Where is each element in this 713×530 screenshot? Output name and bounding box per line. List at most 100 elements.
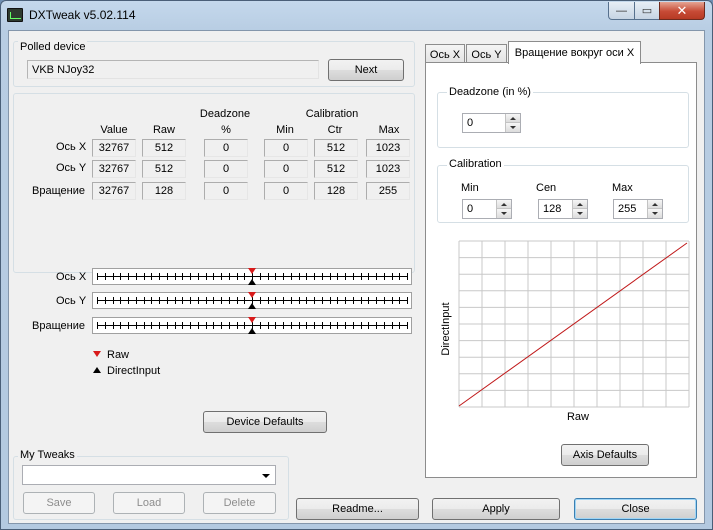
slider-tick xyxy=(236,273,238,280)
table-cell-value: 32767 xyxy=(92,182,136,200)
slider-tick xyxy=(236,297,238,304)
load-button[interactable]: Load xyxy=(113,492,185,514)
arrow-up-icon xyxy=(510,116,516,120)
slider-tick xyxy=(104,273,106,280)
cal-max-spinner-buttons xyxy=(647,200,662,218)
maximize-button[interactable]: ▭ xyxy=(634,2,660,20)
slider-tick xyxy=(329,297,331,304)
slider-tick xyxy=(97,322,98,329)
cal-min-spinner[interactable]: 0 xyxy=(462,199,512,219)
table-cell-deadzone: 0 xyxy=(204,160,248,178)
slider-tick xyxy=(97,297,98,304)
raw-header: Raw xyxy=(152,124,175,136)
title-bar[interactable]: DXTweak v5.02.114 — ▭ ✕ xyxy=(1,1,712,29)
save-button[interactable]: Save xyxy=(23,492,95,514)
close-window-button[interactable]: ✕ xyxy=(659,2,705,20)
slider-tick xyxy=(221,297,222,304)
slider-tick xyxy=(306,297,308,304)
readme-button[interactable]: Readme... xyxy=(296,498,419,520)
spin-up-button[interactable] xyxy=(506,114,520,123)
slider-tick xyxy=(143,297,145,304)
slider-tick xyxy=(391,297,393,304)
slider-tick xyxy=(345,322,346,329)
slider-tick xyxy=(368,297,370,304)
slider-tick xyxy=(407,322,408,329)
cal-max-spinner[interactable]: 255 xyxy=(613,199,663,219)
slider-tick xyxy=(104,297,106,304)
polled-device-field: VKB NJoy32 xyxy=(27,60,319,79)
slider-tick xyxy=(112,297,114,304)
axis-defaults-button[interactable]: Axis Defaults xyxy=(561,444,649,466)
slider-tick xyxy=(182,273,184,280)
slider-tick xyxy=(120,297,122,304)
deadzone-spinner[interactable]: 0 xyxy=(462,113,521,133)
arrow-up-icon xyxy=(652,202,658,206)
slider-tick xyxy=(159,322,160,329)
slider-tick xyxy=(283,322,284,329)
slider-tick xyxy=(143,273,145,280)
slider-tick xyxy=(135,297,137,304)
close-button[interactable]: Close xyxy=(574,498,697,520)
slider-tick xyxy=(259,297,261,304)
window-title: DXTweak v5.02.114 xyxy=(29,8,136,22)
slider-tick xyxy=(112,273,114,280)
slider-tick xyxy=(329,322,331,329)
slider-tick xyxy=(337,297,339,304)
axis-calibration-label: Calibration xyxy=(447,158,504,170)
slider-tick xyxy=(120,273,122,280)
deadzone-pct-header: % xyxy=(221,124,231,136)
spin-up-button[interactable] xyxy=(573,200,587,209)
slider-tick xyxy=(275,297,277,304)
spin-down-button[interactable] xyxy=(497,209,511,218)
slider-tick xyxy=(368,322,370,329)
directinput-marker xyxy=(248,279,256,285)
slider-tick xyxy=(376,297,377,304)
tab-rotation-x[interactable]: Вращение вокруг оси X xyxy=(508,41,641,64)
tab-axis-x[interactable]: Ось X xyxy=(425,44,465,64)
slider-tick xyxy=(259,322,261,329)
slider-label-axis-x: Ось X xyxy=(56,271,87,283)
slider-tick xyxy=(267,273,269,280)
tab-axis-y[interactable]: Ось Y xyxy=(466,44,507,64)
slider-tick xyxy=(213,322,215,329)
slider-tick xyxy=(120,322,122,329)
slider-tick xyxy=(314,273,315,280)
slider-tick xyxy=(228,297,230,304)
ctr-header: Ctr xyxy=(327,124,343,136)
spin-down-button[interactable] xyxy=(573,209,587,218)
spin-up-button[interactable] xyxy=(648,200,662,209)
my-tweaks-combo[interactable] xyxy=(22,465,276,485)
arrow-down-icon xyxy=(501,212,507,215)
slider-tick xyxy=(159,297,160,304)
slider-tick xyxy=(360,322,362,329)
slider-tick xyxy=(151,297,153,304)
next-button[interactable]: Next xyxy=(328,59,404,81)
raw-legend-label: Raw xyxy=(107,349,130,361)
slider-tick xyxy=(345,273,346,280)
slider-tick xyxy=(298,322,300,329)
slider-tick xyxy=(376,273,377,280)
table-cell-min: 0 xyxy=(264,182,308,200)
slider-tick xyxy=(407,273,408,280)
slider-tick xyxy=(290,297,292,304)
table-cell-deadzone: 0 xyxy=(204,182,248,200)
slider-tick xyxy=(290,273,292,280)
slider-tick xyxy=(221,273,222,280)
spin-down-button[interactable] xyxy=(648,209,662,218)
apply-button[interactable]: Apply xyxy=(432,498,560,520)
slider-tick xyxy=(267,322,269,329)
table-cell-max: 1023 xyxy=(366,160,410,178)
spin-down-button[interactable] xyxy=(506,123,520,132)
slider-tick xyxy=(383,273,385,280)
delete-button[interactable]: Delete xyxy=(203,492,276,514)
slider-tick xyxy=(166,297,168,304)
raw-marker xyxy=(248,268,256,274)
slider-tick xyxy=(128,273,129,280)
cal-cen-spinner[interactable]: 128 xyxy=(538,199,588,219)
slider-tick xyxy=(368,273,370,280)
device-defaults-button[interactable]: Device Defaults xyxy=(203,411,327,433)
minimize-icon: — xyxy=(616,4,627,17)
slider-tick xyxy=(337,273,339,280)
minimize-button[interactable]: — xyxy=(608,2,635,20)
spin-up-button[interactable] xyxy=(497,200,511,209)
